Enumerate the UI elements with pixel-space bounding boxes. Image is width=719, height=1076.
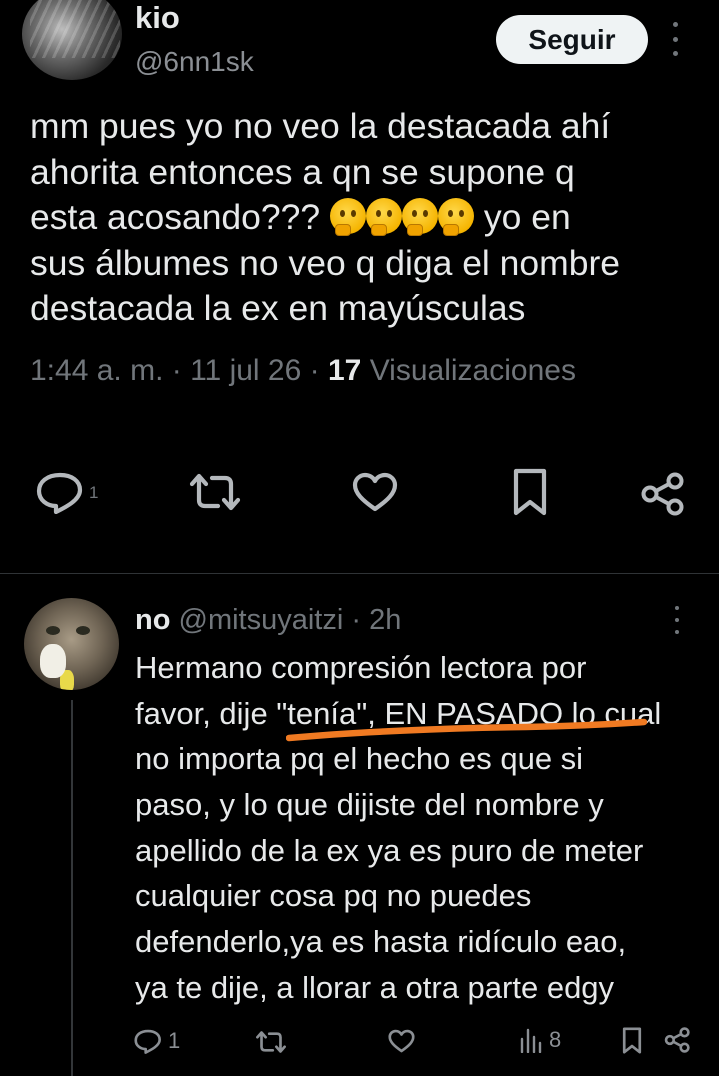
author-display-name[interactable]: kio bbox=[135, 2, 180, 33]
reply-header: no @mitsuyaitzi · 2h bbox=[135, 606, 401, 635]
more-options-icon[interactable] bbox=[666, 22, 684, 56]
reply-reply-count: 1 bbox=[168, 1028, 181, 1053]
repost-button[interactable] bbox=[188, 472, 242, 512]
reply-share-button[interactable] bbox=[664, 1027, 691, 1053]
repost-icon bbox=[256, 1031, 286, 1053]
tweet-action-bar: 1 bbox=[0, 466, 719, 518]
author-avatar[interactable] bbox=[22, 0, 122, 80]
reply-views-count: 8 bbox=[549, 1027, 562, 1052]
reply-author-avatar[interactable] bbox=[24, 598, 119, 690]
reply-repost-button[interactable] bbox=[255, 1030, 287, 1054]
reply-like-button[interactable] bbox=[388, 1029, 415, 1053]
reply-action-bar: 1 8 bbox=[0, 1022, 719, 1062]
thinking-face-emoji-icon bbox=[366, 198, 403, 236]
reply-text-line: ya te dije, a llorar a otra parte edgy bbox=[135, 969, 615, 1005]
heart-icon bbox=[388, 1029, 415, 1053]
divider bbox=[0, 573, 719, 574]
views-label: Visualizaciones bbox=[369, 354, 576, 387]
bookmark-icon bbox=[622, 1027, 642, 1054]
tweet-date[interactable]: 11 jul 26 bbox=[190, 354, 301, 387]
reply-text-line: no importa pq el hecho es que si bbox=[135, 741, 584, 777]
reply-author-display-name[interactable]: no bbox=[135, 604, 170, 636]
reply-bookmark-button[interactable] bbox=[622, 1027, 642, 1054]
thread-line bbox=[71, 700, 73, 1076]
orange-underline-annotation bbox=[286, 718, 648, 742]
reply-text-line: cualquier cosa pq no puedes bbox=[135, 878, 532, 914]
tweet-text-line: destacada la ex en mayúsculas bbox=[30, 288, 526, 328]
tweet-text-line: mm pues yo no veo la destacada ahí bbox=[30, 106, 611, 146]
follow-button[interactable]: Seguir bbox=[496, 15, 648, 64]
meta-separator: · bbox=[309, 354, 320, 387]
reply-icon bbox=[36, 472, 83, 514]
views-count: 17 bbox=[327, 354, 362, 387]
reply-more-options-icon[interactable] bbox=[670, 606, 684, 634]
header-separator: · bbox=[351, 604, 362, 636]
share-button[interactable] bbox=[640, 472, 686, 516]
thinking-face-emoji-icon bbox=[438, 198, 475, 236]
tweet-text-fragment: yo en bbox=[483, 197, 571, 237]
reply-text-line: paso, y lo que dijiste del nombre y bbox=[135, 787, 604, 823]
reply-text-line: defenderlo,ya es hasta ridículo eao, bbox=[135, 924, 627, 960]
like-button[interactable] bbox=[352, 472, 398, 512]
reply-reply-button[interactable]: 1 bbox=[134, 1028, 180, 1054]
share-icon bbox=[641, 472, 684, 516]
tweet-text-line: esta acosando??? yo en bbox=[30, 195, 700, 241]
thinking-face-emoji-icon bbox=[402, 198, 439, 236]
reply-text-line: Hermano compresión lectora por bbox=[135, 650, 587, 685]
heart-icon bbox=[352, 472, 398, 512]
tweet-time[interactable]: 1:44 a. m. bbox=[30, 354, 163, 387]
meta-separator: · bbox=[171, 354, 182, 387]
reply-count: 1 bbox=[89, 483, 99, 502]
reply-icon bbox=[134, 1029, 161, 1054]
reply-timestamp[interactable]: 2h bbox=[369, 604, 401, 636]
reply-text: Hermano compresión lectora por favor, di… bbox=[135, 645, 705, 1011]
views-icon bbox=[520, 1028, 542, 1053]
bookmark-icon bbox=[513, 468, 547, 516]
tweet-text-line: sus álbumes no veo q diga el nombre bbox=[30, 242, 621, 283]
tweet-meta: 1:44 a. m. · 11 jul 26 · 17 Visualizacio… bbox=[30, 356, 576, 386]
share-icon bbox=[664, 1027, 690, 1053]
tweet-text-line: ahorita entonces a qn se supone q bbox=[30, 151, 575, 192]
thinking-face-emoji-icon bbox=[330, 198, 367, 236]
author-handle[interactable]: @6nn1sk bbox=[135, 48, 254, 76]
reply-author-handle[interactable]: @mitsuyaitzi bbox=[179, 604, 344, 636]
tweet-text-fragment: esta acosando??? bbox=[30, 197, 321, 237]
reply-text-line: apellido de la ex ya es puro de meter bbox=[135, 832, 644, 868]
tweet-text: mm pues yo no veo la destacada ahí ahori… bbox=[30, 104, 700, 332]
reply-views-button[interactable]: 8 bbox=[519, 1027, 561, 1053]
repost-icon bbox=[189, 473, 241, 511]
bookmark-button[interactable] bbox=[512, 468, 548, 516]
reply-button[interactable]: 1 bbox=[36, 472, 98, 514]
